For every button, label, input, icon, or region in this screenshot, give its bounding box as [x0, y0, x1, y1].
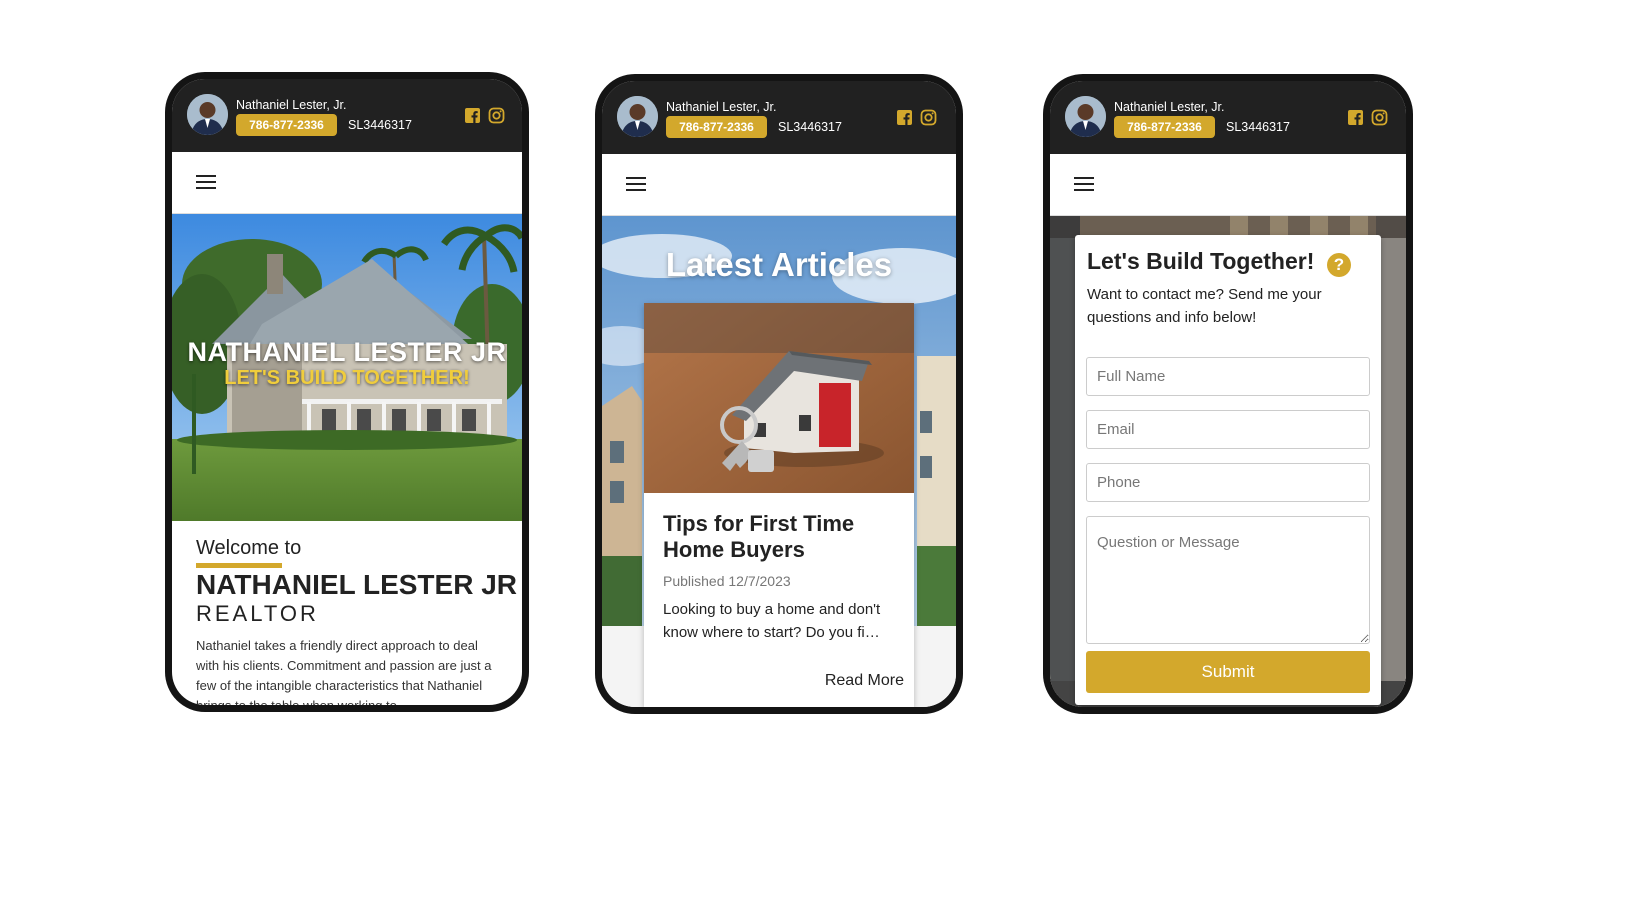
hero-tagline: LET'S BUILD TOGETHER!: [224, 367, 470, 389]
help-icon[interactable]: ?: [1327, 253, 1351, 277]
hamburger-menu-icon[interactable]: [626, 177, 646, 192]
article-title[interactable]: Tips for First Time Home Buyers: [663, 511, 899, 563]
avatar: [1065, 96, 1106, 137]
top-bar: Nathaniel Lester, Jr. 786-877-2336 SL344…: [172, 79, 522, 152]
avatar: [617, 96, 658, 137]
mockup-stage: Nathaniel Lester, Jr. 786-877-2336 SL344…: [0, 0, 1647, 907]
read-more-link[interactable]: Read More: [825, 672, 904, 690]
top-bar: Nathaniel Lester, Jr. 786-877-2336 SL344…: [1050, 81, 1406, 154]
instagram-icon[interactable]: [1371, 109, 1388, 126]
agent-name: Nathaniel Lester, Jr.: [236, 98, 347, 112]
phone-number-button[interactable]: 786-877-2336: [666, 116, 767, 138]
realtor-title: REALTOR: [196, 601, 319, 626]
phone-home: Nathaniel Lester, Jr. 786-877-2336 SL344…: [165, 72, 529, 712]
top-bar: Nathaniel Lester, Jr. 786-877-2336 SL344…: [602, 81, 956, 154]
screen-contact: Nathaniel Lester, Jr. 786-877-2336 SL344…: [1050, 81, 1406, 707]
nav-bar: [172, 152, 522, 214]
article-published-date: Published 12/7/2023: [663, 573, 791, 589]
phone-contact: Nathaniel Lester, Jr. 786-877-2336 SL344…: [1043, 74, 1413, 714]
articles-heading: Latest Articles: [665, 246, 893, 283]
bio-text: Nathaniel takes a friendly direct approa…: [196, 638, 492, 705]
form-title: Let's Build Together!: [1087, 248, 1315, 274]
license-number: SL3446317: [348, 118, 412, 132]
hamburger-menu-icon[interactable]: [1074, 177, 1094, 192]
nav-bar: [602, 154, 956, 216]
hamburger-menu-icon[interactable]: [196, 175, 216, 190]
agent-name: Nathaniel Lester, Jr.: [1114, 100, 1225, 114]
realtor-name: NATHANIEL LESTER JR: [196, 569, 517, 600]
phone-input[interactable]: [1086, 463, 1370, 502]
submit-button[interactable]: Submit: [1086, 651, 1370, 693]
instagram-icon[interactable]: [488, 107, 505, 124]
phone-articles: Nathaniel Lester, Jr. 786-877-2336 SL344…: [595, 74, 963, 714]
hero-name: NATHANIEL LESTER JR: [187, 337, 507, 367]
article-excerpt: Looking to buy a home and don't know whe…: [663, 601, 881, 641]
license-number: SL3446317: [1226, 120, 1290, 134]
facebook-icon[interactable]: [464, 107, 481, 124]
facebook-icon[interactable]: [1347, 109, 1364, 126]
contact-form: Let's Build Together! ? Want to contact …: [1075, 235, 1381, 705]
license-number: SL3446317: [778, 120, 842, 134]
email-input[interactable]: [1086, 410, 1370, 449]
article-card[interactable]: Tips for First Time Home Buyers Publishe…: [644, 303, 914, 707]
phone-number-button[interactable]: 786-877-2336: [236, 114, 337, 136]
form-intro: Want to contact me? Send me your questio…: [1087, 286, 1322, 326]
welcome-text: Welcome to: [196, 537, 302, 559]
screen-articles: Nathaniel Lester, Jr. 786-877-2336 SL344…: [602, 81, 956, 707]
full-name-input[interactable]: [1086, 357, 1370, 396]
nav-bar: [1050, 154, 1406, 216]
message-textarea[interactable]: [1086, 516, 1370, 644]
phone-number-button[interactable]: 786-877-2336: [1114, 116, 1215, 138]
avatar: [187, 94, 228, 135]
accent-rule: [196, 563, 282, 568]
article-image: [644, 303, 914, 493]
facebook-icon[interactable]: [896, 109, 913, 126]
instagram-icon[interactable]: [920, 109, 937, 126]
screen-home: Nathaniel Lester, Jr. 786-877-2336 SL344…: [172, 79, 522, 705]
hero-image: NATHANIEL LESTER JR LET'S BUILD TOGETHER…: [172, 214, 522, 521]
agent-name: Nathaniel Lester, Jr.: [666, 100, 777, 114]
